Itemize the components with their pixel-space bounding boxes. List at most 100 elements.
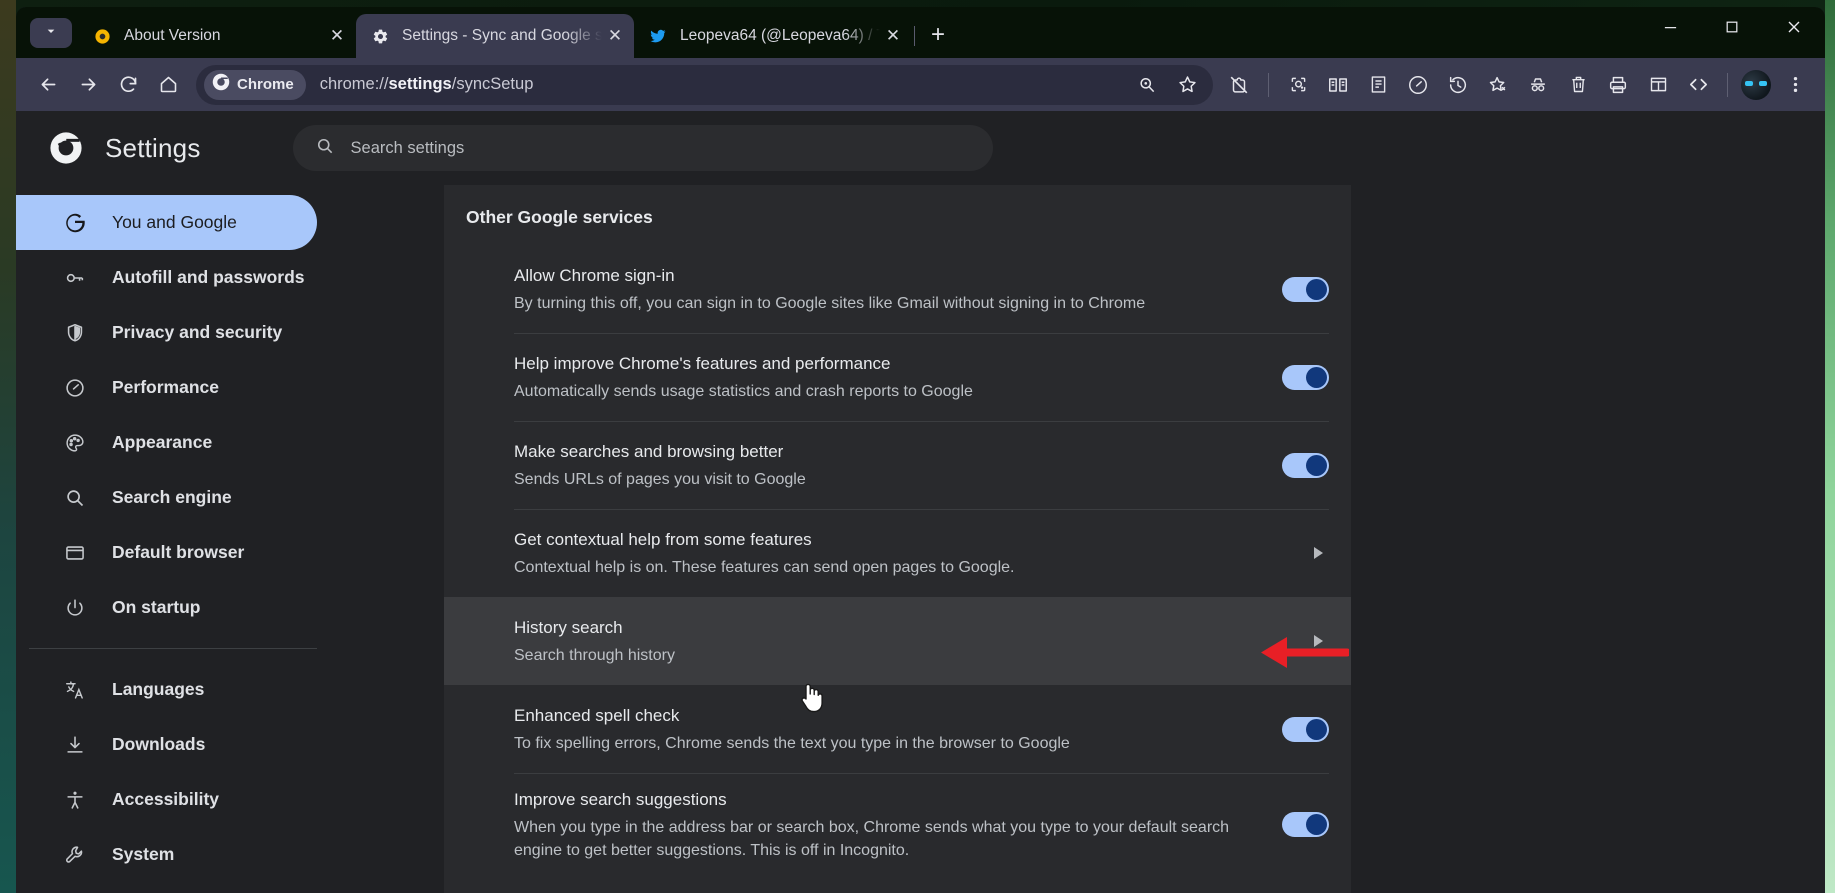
back-arrow-icon[interactable] [28, 65, 68, 105]
url-bold: settings [388, 75, 451, 93]
toolbar-divider [1268, 73, 1269, 97]
tab-close-button[interactable]: ✕ [602, 23, 628, 49]
toolbar-divider-2 [1727, 73, 1728, 97]
sidebar-item-label: Performance [112, 377, 219, 398]
delete-browsing-data-icon[interactable] [1558, 65, 1598, 105]
print-icon[interactable] [1598, 65, 1638, 105]
devtools-code-icon[interactable] [1678, 65, 1718, 105]
row-text: Enhanced spell check To fix spelling err… [514, 689, 1260, 769]
bookmarks-star-icon[interactable] [1478, 65, 1518, 105]
sidebar-item-on-startup[interactable]: On startup [16, 580, 317, 635]
sidebar-item-label: You and Google [112, 212, 237, 233]
toggle-help-improve-chrome[interactable] [1282, 365, 1329, 390]
setting-row-contextual-help[interactable]: Get contextual help from some features C… [444, 509, 1351, 597]
sidebar-item-default-browser[interactable]: Default browser [16, 525, 317, 580]
tab-search-button[interactable] [30, 18, 72, 48]
setting-row-improve-search-suggestions[interactable]: Improve search suggestions When you type… [444, 773, 1351, 876]
sidebar-item-downloads[interactable]: Downloads [16, 717, 317, 772]
sidebar-item-languages[interactable]: Languages [16, 662, 317, 717]
setting-row-enhanced-spell-check[interactable]: Enhanced spell check To fix spelling err… [444, 685, 1351, 773]
row-subtitle: When you type in the address bar or sear… [514, 816, 1260, 862]
sidebar-item-autofill-and-passwords[interactable]: Autofill and passwords [16, 250, 317, 305]
toggle-allow-chrome-signin[interactable] [1282, 277, 1329, 302]
sidebar-item-label: Downloads [112, 734, 205, 755]
address-bar[interactable]: Chrome chrome://settings/syncSetup [196, 65, 1213, 105]
chip-label: Chrome [237, 76, 294, 93]
toggle-enhanced-spell-check[interactable] [1282, 717, 1329, 742]
bookmark-star-icon[interactable] [1167, 65, 1207, 105]
maximize-button[interactable] [1701, 7, 1763, 47]
desktop-wallpaper-left [0, 0, 16, 893]
chrome-logo-icon [49, 131, 83, 165]
translate-icon [63, 678, 87, 702]
toggle-improve-search-suggestions[interactable] [1282, 812, 1329, 837]
minimize-button[interactable] [1639, 7, 1701, 47]
red-left-arrow-annotation [1259, 633, 1349, 673]
tab-leopeva64-twitter[interactable]: Leopeva64 (@Leopeva64) / Twit ✕ [634, 14, 912, 58]
sidebar-divider [29, 648, 317, 649]
lens-search-icon[interactable] [1278, 65, 1318, 105]
profile-avatar[interactable] [1741, 70, 1771, 100]
chrome-page-chip[interactable]: Chrome [204, 70, 306, 100]
extensions-blocked-icon[interactable] [1219, 65, 1259, 105]
reading-mode-icon[interactable] [1318, 65, 1358, 105]
row-title: Make searches and browsing better [514, 439, 1260, 465]
row-title: Improve search suggestions [514, 787, 1260, 813]
row-text: Help improve Chrome's features and perfo… [514, 337, 1260, 417]
forward-arrow-icon[interactable] [68, 65, 108, 105]
sidebar-item-search-engine[interactable]: Search engine [16, 470, 317, 525]
performance-icon[interactable] [1398, 65, 1438, 105]
sidebar-item-accessibility[interactable]: Accessibility [16, 772, 317, 827]
browser-toolbar: Chrome chrome://settings/syncSetup [16, 58, 1825, 111]
sidebar-item-label: Languages [112, 679, 204, 700]
incognito-icon[interactable] [1518, 65, 1558, 105]
tab-close-button[interactable]: ✕ [324, 23, 350, 49]
sidebar-item-privacy-and-security[interactable]: Privacy and security [16, 305, 317, 360]
reload-icon[interactable] [108, 65, 148, 105]
new-tab-button[interactable]: + [921, 18, 955, 52]
shield-icon [63, 321, 87, 345]
settings-body: You and Google Autofill and passwords Pr… [16, 111, 1825, 893]
reading-list-icon[interactable] [1358, 65, 1398, 105]
row-subtitle: Automatically sends usage statistics and… [514, 380, 1260, 403]
speedometer-icon [63, 376, 87, 400]
tab-close-button[interactable]: ✕ [880, 23, 906, 49]
settings-page: Settings Search settings You and Googl [16, 111, 1825, 893]
zoom-search-icon[interactable] [1127, 65, 1167, 105]
tab-about-version[interactable]: About Version ✕ [78, 14, 356, 58]
history-icon[interactable] [1438, 65, 1478, 105]
firefox-orange-icon [92, 26, 112, 46]
tab-title: Leopeva64 (@Leopeva64) / Twit [680, 27, 880, 45]
three-dot-menu-icon[interactable] [1775, 65, 1815, 105]
search-icon [315, 136, 335, 161]
toggle-make-searches-better[interactable] [1282, 453, 1329, 478]
split-view-icon[interactable] [1638, 65, 1678, 105]
settings-header: Settings Search settings [16, 111, 1825, 185]
url-prefix: chrome:// [320, 75, 389, 93]
setting-row-make-searches-better[interactable]: Make searches and browsing better Sends … [444, 421, 1351, 509]
home-icon[interactable] [148, 65, 188, 105]
tab-settings-sync-and-google-services[interactable]: Settings - Sync and Google serv ✕ [356, 14, 634, 58]
setting-row-history-search[interactable]: History search Search through history [444, 597, 1351, 685]
close-button[interactable] [1763, 7, 1825, 47]
row-text: Allow Chrome sign-in By turning this off… [514, 249, 1260, 329]
chevron-right-icon[interactable] [1314, 547, 1323, 559]
tab-title: About Version [124, 27, 324, 45]
sidebar-item-appearance[interactable]: Appearance [16, 415, 317, 470]
window-controls [1639, 7, 1825, 58]
sidebar-item-performance[interactable]: Performance [16, 360, 317, 415]
setting-row-help-improve-chrome[interactable]: Help improve Chrome's features and perfo… [444, 333, 1351, 421]
row-text: History search Search through history [514, 601, 1288, 681]
tab-strip: About Version ✕ Settings - Sync and Goog… [16, 7, 1825, 58]
setting-row-allow-chrome-signin[interactable]: Allow Chrome sign-in By turning this off… [444, 245, 1351, 333]
power-icon [63, 596, 87, 620]
search-settings-box[interactable]: Search settings [293, 125, 993, 171]
sidebar-item-system[interactable]: System [16, 827, 317, 882]
key-icon [63, 266, 87, 290]
settings-rows: Allow Chrome sign-in By turning this off… [444, 245, 1351, 876]
url-text[interactable]: chrome://settings/syncSetup [320, 75, 1127, 94]
sidebar-item-you-and-google[interactable]: You and Google [16, 195, 317, 250]
browser-window-icon [63, 541, 87, 565]
gear-icon [370, 26, 390, 46]
row-subtitle: By turning this off, you can sign in to … [514, 292, 1260, 315]
